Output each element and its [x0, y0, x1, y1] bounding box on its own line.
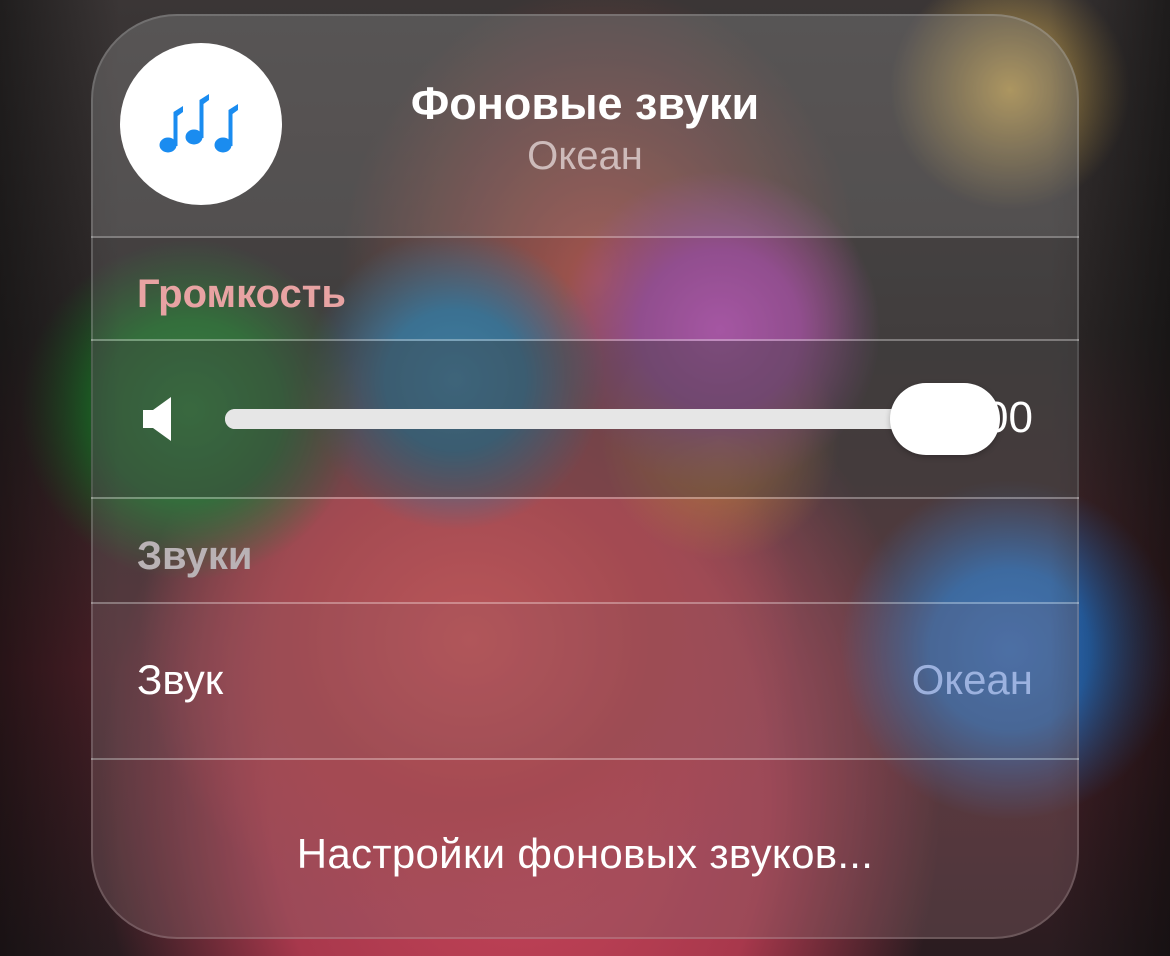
sounds-section-label: Звуки	[137, 534, 253, 578]
panel-title: Фоновые звуки	[410, 78, 760, 129]
divider	[91, 497, 1079, 499]
background-sounds-panel: Фоновые звуки Океан Громкость 100 Звуки …	[91, 14, 1079, 939]
settings-row[interactable]: Настройки фоновых звуков...	[91, 760, 1079, 939]
sound-row-label: Звук	[137, 656, 224, 703]
volume-slider-fill	[225, 409, 945, 429]
volume-section-label: Громкость	[137, 272, 346, 316]
background-sounds-settings-link[interactable]: Настройки фоновых звуков...	[91, 830, 1079, 878]
sound-row-value: Океан	[911, 656, 1033, 703]
volume-row: 100	[91, 341, 1079, 497]
panel-header: Фоновые звуки Океан	[91, 14, 1079, 236]
divider	[91, 236, 1079, 238]
sound-select-row[interactable]: Звук Океан	[91, 604, 1079, 758]
speaker-icon	[143, 397, 171, 441]
volume-slider[interactable]	[225, 409, 945, 429]
volume-value: 100	[959, 393, 1033, 442]
panel-subtitle: Океан	[527, 134, 643, 178]
